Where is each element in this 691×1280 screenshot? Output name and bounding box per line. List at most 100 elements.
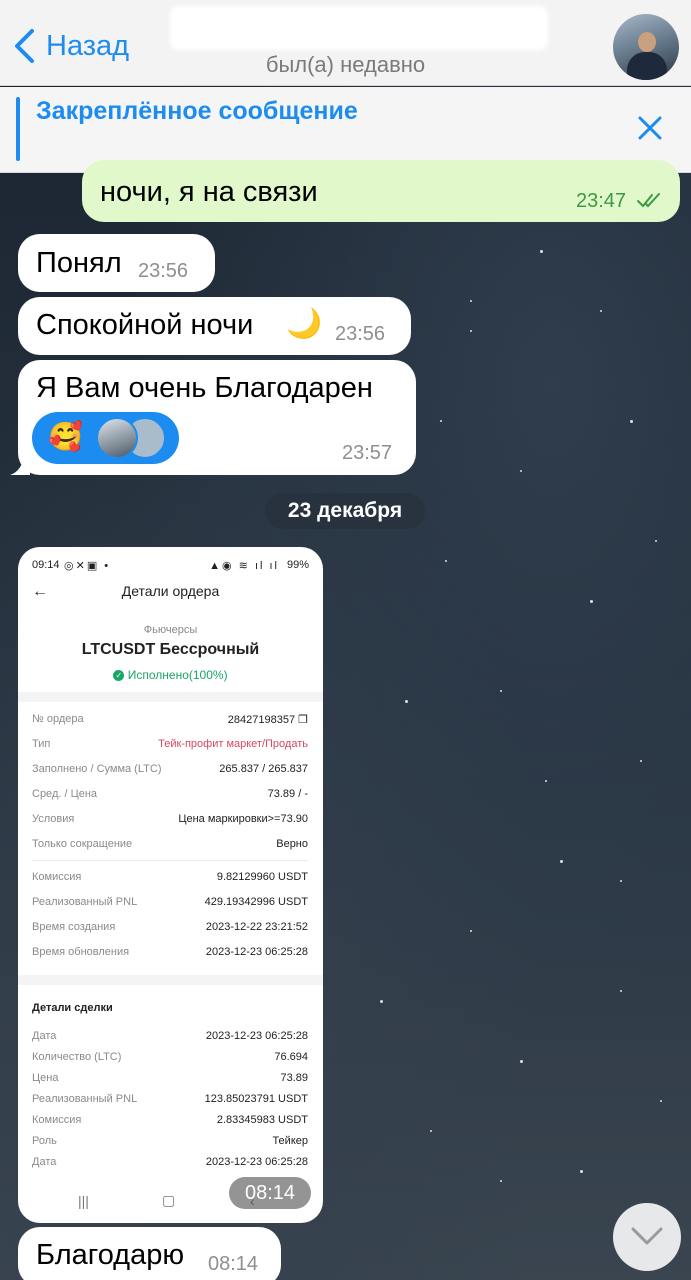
detail-row: № ордера 28427198357 ❐: [32, 713, 308, 729]
message-bubble-incoming[interactable]: Спокойной ночи 🌙 23:56: [18, 297, 411, 355]
detail-row: Реализованный PNL 429.19342996 USDT: [32, 896, 308, 912]
detail-label: Время обновления: [32, 946, 130, 958]
reaction-chip[interactable]: 🥰: [32, 412, 179, 464]
star: [470, 330, 472, 332]
star: [430, 1130, 432, 1132]
screenshot-state-label: Исполнено(100%): [127, 668, 228, 682]
detail-value: 73.89 / -: [267, 788, 308, 800]
chevron-down-icon: [631, 1227, 663, 1245]
screenshot-status-icons: ◎✕▣ •: [64, 560, 111, 572]
star: [445, 560, 447, 562]
detail-row: Цена 73.89: [32, 1072, 308, 1088]
detail-row: Только сокращение Верно: [32, 838, 308, 854]
trade-details-title: Детали сделки: [32, 1002, 113, 1014]
message-time: 08:14: [229, 1177, 311, 1209]
message-bubble-incoming[interactable]: Понял 23:56: [18, 234, 215, 292]
detail-row: Количество (LTC) 76.694: [32, 1051, 308, 1067]
avatar[interactable]: [613, 14, 679, 80]
detail-value: 76.694: [274, 1051, 308, 1063]
star: [545, 780, 547, 782]
detail-row: Тип Тейк-профит маркет/Продать: [32, 738, 308, 754]
star: [540, 250, 543, 253]
detail-value: 2.83345983 USDT: [216, 1114, 308, 1126]
message-text: Я Вам очень Благодарен: [36, 372, 373, 404]
star: [380, 1000, 383, 1003]
message-text: Понял: [36, 247, 122, 279]
close-icon[interactable]: [637, 115, 663, 141]
screenshot-battery: 99%: [286, 559, 309, 571]
detail-value: Тейкер: [272, 1135, 308, 1147]
star: [590, 600, 593, 603]
moon-emoji: 🌙: [286, 308, 323, 340]
star: [500, 690, 502, 692]
star: [660, 1100, 662, 1102]
section-gap: [18, 692, 323, 702]
detail-value: 429.19342996 USDT: [204, 896, 308, 908]
star: [640, 760, 642, 762]
star: [630, 420, 633, 423]
scroll-down-button[interactable]: [613, 1203, 681, 1271]
message-bubble-incoming[interactable]: Благодарю 08:14: [18, 1227, 281, 1280]
detail-row: Реализованный PNL 123.85023791 USDT: [32, 1093, 308, 1109]
detail-label: № ордера: [32, 713, 84, 725]
detail-label: Дата: [32, 1156, 57, 1168]
message-text: ночи, я на связи: [100, 176, 318, 208]
star: [655, 540, 657, 542]
detail-label: Количество (LTC): [32, 1051, 122, 1063]
detail-row: Сред. / Цена 73.89 / -: [32, 788, 308, 804]
detail-value: 2023-12-23 06:25:28: [205, 946, 308, 958]
reaction-emoji: 🥰: [48, 421, 83, 452]
bubble-tail: [10, 455, 30, 475]
nav-recents-icon: |||: [78, 1193, 89, 1209]
contact-status: был(а) недавно: [265, 52, 426, 77]
avatar-head: [638, 32, 656, 52]
message-time: 23:47: [576, 190, 627, 212]
divider: [32, 860, 308, 861]
detail-row: Дата 2023-12-23 06:25:28: [32, 1030, 308, 1046]
detail-label: Условия: [32, 813, 75, 825]
detail-row: Время создания 2023-12-22 23:21:52: [32, 921, 308, 937]
detail-value: 2023-12-22 23:21:52: [205, 921, 308, 933]
detail-value: 265.837 / 265.837: [219, 763, 308, 775]
screenshot-status-time: 09:14: [32, 559, 60, 571]
star: [580, 1170, 583, 1173]
contact-name-redacted[interactable]: [170, 6, 548, 50]
screenshot-category: Фьючерсы: [143, 624, 198, 636]
star: [440, 420, 442, 422]
detail-label: Сред. / Цена: [32, 788, 98, 800]
detail-row: Заполнено / Сумма (LTC) 265.837 / 265.837: [32, 763, 308, 779]
section-gap: [18, 975, 323, 985]
nav-home-icon: ▢: [162, 1192, 176, 1208]
reactor-avatar: [96, 417, 138, 459]
detail-value: 73.89: [280, 1072, 308, 1084]
detail-row: Время обновления 2023-12-23 06:25:28: [32, 946, 308, 962]
message-bubble-incoming[interactable]: Я Вам очень Благодарен 🥰 23:57: [10, 360, 416, 475]
detail-row: Комиссия 9.82129960 USDT: [32, 871, 308, 887]
detail-label: Тип: [32, 738, 51, 750]
detail-label: Время создания: [32, 921, 116, 933]
detail-row: Роль Тейкер: [32, 1135, 308, 1151]
star: [600, 310, 602, 312]
detail-value: Тейк-профит маркет/Продать: [158, 738, 308, 750]
star: [520, 470, 522, 472]
detail-label: Только сокращение: [32, 838, 133, 850]
detail-label: Цена: [32, 1072, 59, 1084]
detail-value: Верно: [276, 838, 308, 850]
message-time: 23:57: [342, 442, 393, 464]
chat-header: Назад был(а) недавно: [0, 0, 691, 86]
screenshot-image-message[interactable]: 09:14 ◎✕▣ • ▲◉ ≋ ıl ıl 99% ← Детали орде…: [18, 547, 323, 1223]
message-time: 23:56: [335, 323, 386, 345]
detail-label: Заполнено / Сумма (LTC): [32, 763, 162, 775]
star: [620, 990, 622, 992]
detail-value: Цена маркировки>=73.90: [178, 813, 308, 825]
star: [500, 1180, 502, 1182]
detail-label: Реализованный PNL: [32, 896, 138, 908]
message-bubble-outgoing[interactable]: ночи, я на связи 23:47: [82, 160, 680, 222]
detail-row: Условия Цена маркировки>=73.90: [32, 813, 308, 829]
star: [520, 1060, 523, 1063]
detail-row: Дата 2023-12-23 06:25:28: [32, 1156, 308, 1172]
read-checkmarks-icon: [637, 193, 660, 208]
screenshot-state: ✓ Исполнено(100%): [18, 668, 323, 682]
detail-value: 123.85023791 USDT: [204, 1093, 308, 1105]
pinned-indicator: [16, 97, 20, 161]
